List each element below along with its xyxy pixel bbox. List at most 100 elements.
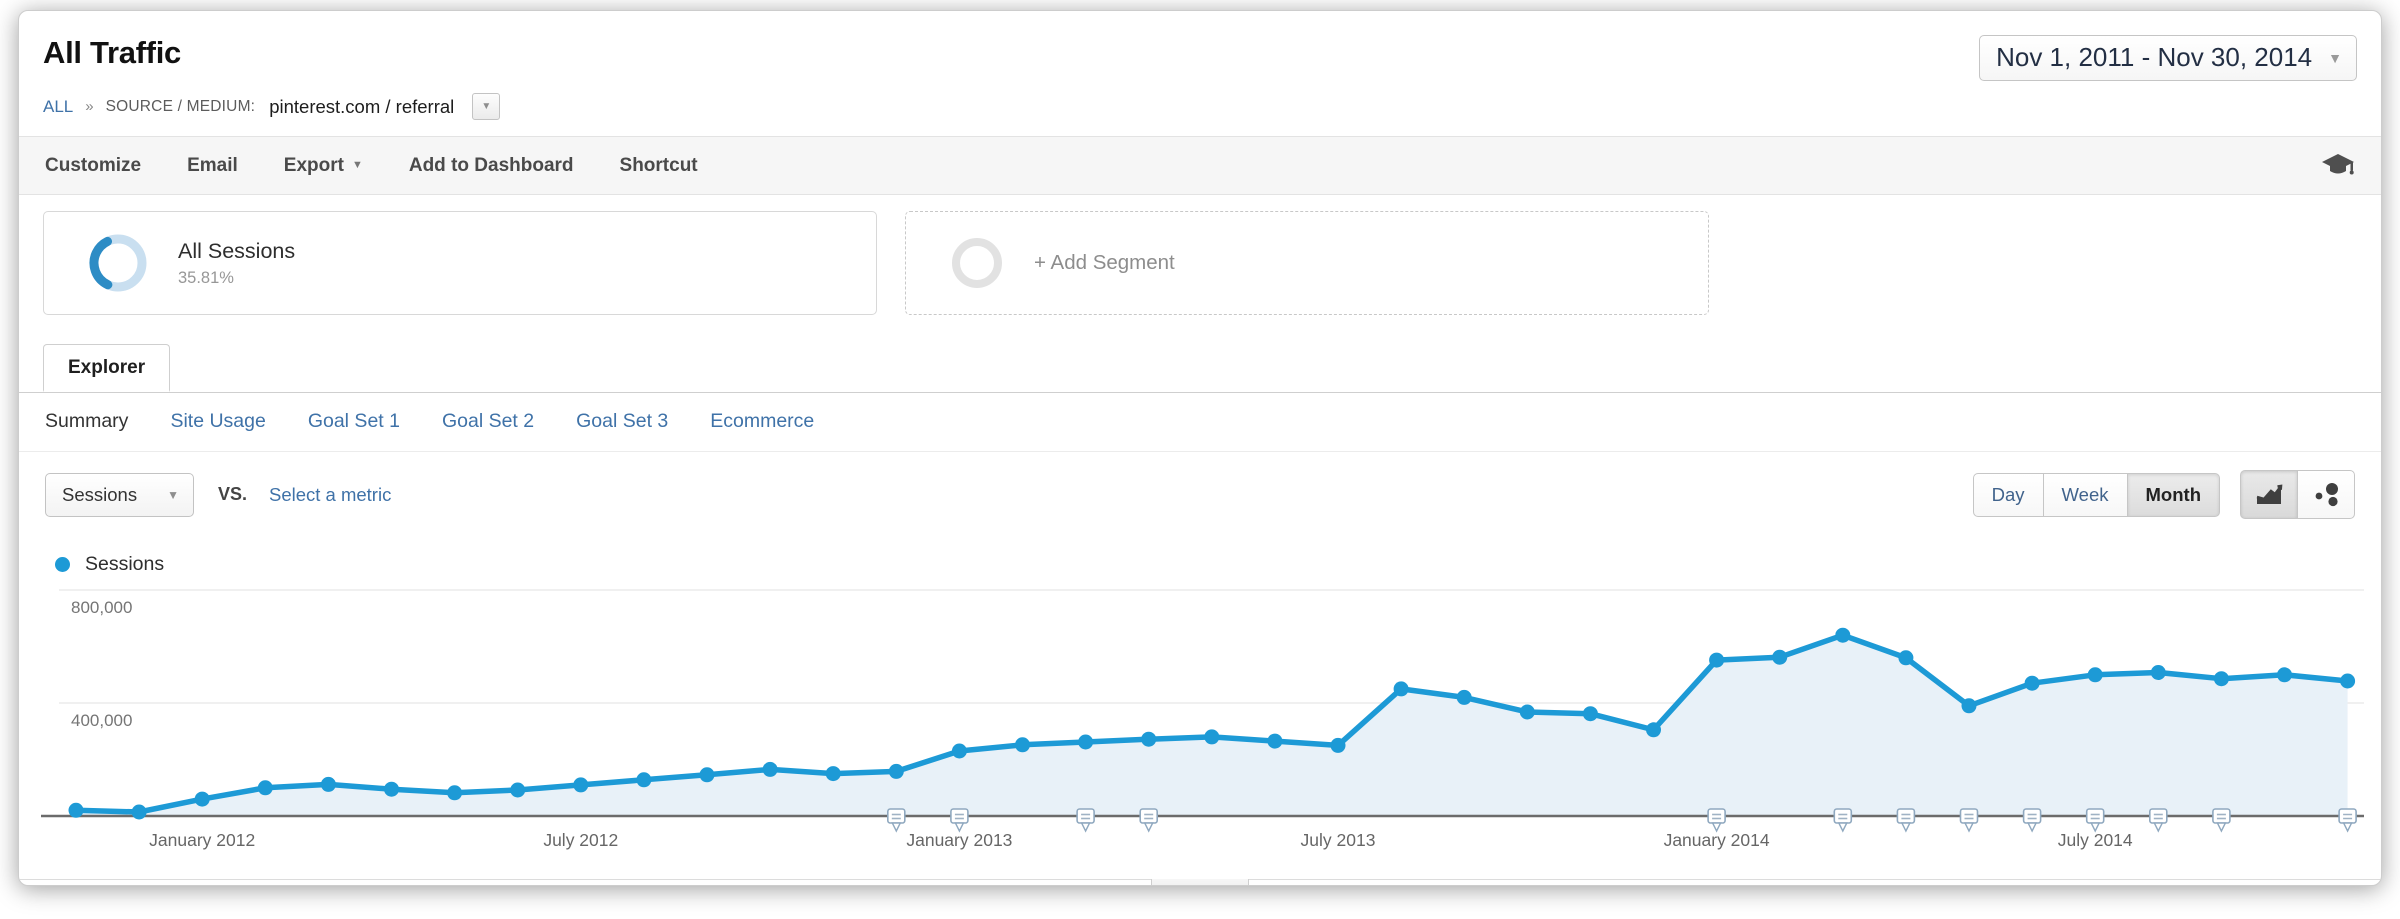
subnav-goal-set-3[interactable]: Goal Set 3 — [576, 410, 668, 433]
breadcrumb-dropdown-button[interactable]: ▼ — [472, 93, 500, 120]
chart-point[interactable] — [826, 766, 841, 781]
annotation-marker[interactable] — [888, 809, 905, 831]
annotation-marker[interactable] — [1834, 809, 1851, 831]
sessions-legend-dot-icon — [55, 557, 70, 572]
chart-point[interactable] — [195, 792, 210, 807]
y-axis-tick-label: 400,000 — [71, 711, 132, 730]
annotation-marker[interactable] — [2087, 809, 2104, 831]
annotation-marker[interactable] — [2339, 809, 2356, 831]
chart-point[interactable] — [1141, 732, 1156, 747]
chart-point[interactable] — [1646, 722, 1661, 737]
chart-point[interactable] — [1204, 729, 1219, 744]
segment-name: All Sessions — [178, 239, 295, 264]
customize-button[interactable]: Customize — [45, 155, 141, 177]
report-toolbar: Customize Email Export ▼ Add to Dashboar… — [19, 136, 2381, 195]
chart-point[interactable] — [132, 805, 147, 820]
add-to-dashboard-label: Add to Dashboard — [409, 155, 574, 177]
chart-point[interactable] — [510, 783, 525, 798]
chart-point[interactable] — [2277, 667, 2292, 682]
chart-point[interactable] — [2088, 667, 2103, 682]
chart-point[interactable] — [1394, 681, 1409, 696]
chart-point[interactable] — [1331, 738, 1346, 753]
shortcut-label: Shortcut — [620, 155, 698, 177]
chart-point[interactable] — [1898, 650, 1913, 665]
chart-point[interactable] — [952, 744, 967, 759]
sessions-legend-label: Sessions — [85, 553, 164, 576]
granularity-week-button[interactable]: Week — [2043, 473, 2128, 517]
x-axis-tick-label: January 2012 — [149, 830, 255, 850]
caret-down-icon: ▼ — [352, 160, 363, 171]
subnav-summary[interactable]: Summary — [45, 410, 128, 433]
chart-point[interactable] — [447, 785, 462, 800]
intelligence-button[interactable] — [2321, 153, 2355, 179]
chart-point[interactable] — [2025, 676, 2040, 691]
subnav-goal-set-1[interactable]: Goal Set 1 — [308, 410, 400, 433]
customize-label: Customize — [45, 155, 141, 177]
date-range-value: Nov 1, 2011 - Nov 30, 2014 — [1996, 42, 2312, 73]
export-label: Export — [284, 155, 344, 177]
select-a-metric-link[interactable]: Select a metric — [269, 484, 391, 506]
chart-point[interactable] — [69, 803, 84, 818]
annotation-marker[interactable] — [2024, 809, 2041, 831]
chart-point[interactable] — [1520, 705, 1535, 720]
chart-point[interactable] — [2214, 671, 2229, 686]
chart-point[interactable] — [1267, 734, 1282, 749]
annotation-marker[interactable] — [1140, 809, 1157, 831]
graduation-cap-icon — [2321, 153, 2355, 179]
motion-chart-view-button[interactable] — [2297, 470, 2355, 519]
chart-point[interactable] — [889, 764, 904, 779]
chart-point[interactable] — [763, 762, 778, 777]
add-to-dashboard-button[interactable]: Add to Dashboard — [409, 155, 574, 177]
annotation-marker[interactable] — [1077, 809, 1094, 831]
add-segment-card[interactable]: + Add Segment — [905, 211, 1709, 315]
granularity-month-button[interactable]: Month — [2127, 473, 2220, 517]
x-axis-tick-label: January 2013 — [906, 830, 1012, 850]
annotation-marker[interactable] — [1961, 809, 1978, 831]
chart-point[interactable] — [700, 767, 715, 782]
annotations-collapse-button[interactable] — [1151, 879, 1249, 886]
chart-point[interactable] — [1835, 628, 1850, 643]
annotation-marker[interactable] — [1897, 809, 1914, 831]
tab-strip: Explorer — [19, 343, 2381, 393]
chart-point[interactable] — [1457, 690, 1472, 705]
chart-point[interactable] — [1962, 698, 1977, 713]
chart-point[interactable] — [2340, 674, 2355, 689]
granularity-day-button[interactable]: Day — [1973, 473, 2044, 517]
chart-point[interactable] — [1078, 735, 1093, 750]
date-range-selector[interactable]: Nov 1, 2011 - Nov 30, 2014 ▼ — [1979, 35, 2357, 81]
annotation-marker[interactable] — [951, 809, 968, 831]
chart-point[interactable] — [321, 777, 336, 792]
chart-point[interactable] — [1015, 737, 1030, 752]
email-button[interactable]: Email — [187, 155, 238, 177]
chart-point[interactable] — [258, 780, 273, 795]
chart-point[interactable] — [573, 777, 588, 792]
metric-selector[interactable]: Sessions ▼ — [45, 473, 194, 517]
all-sessions-segment-card[interactable]: All Sessions 35.81% — [43, 211, 877, 315]
segment-text: All Sessions 35.81% — [178, 239, 295, 288]
x-axis-tick-label: July 2014 — [2058, 830, 2133, 850]
chart-point[interactable] — [384, 782, 399, 797]
annotation-marker[interactable] — [2213, 809, 2230, 831]
subnav-site-usage[interactable]: Site Usage — [170, 410, 265, 433]
sessions-chart[interactable]: 800,000400,000January 2012July 2012Janua… — [19, 578, 2381, 878]
export-button[interactable]: Export ▼ — [284, 155, 363, 177]
breadcrumb-dimension-label: SOURCE / MEDIUM: — [106, 98, 256, 116]
motion-chart-icon — [2311, 482, 2341, 508]
tab-explorer[interactable]: Explorer — [43, 344, 170, 392]
chart-point[interactable] — [2151, 665, 2166, 680]
chart-point[interactable] — [1772, 650, 1787, 665]
metric-selector-value: Sessions — [62, 484, 137, 506]
subnav-ecommerce[interactable]: Ecommerce — [710, 410, 814, 433]
chart-point[interactable] — [1583, 706, 1598, 721]
caret-down-icon: ▼ — [481, 102, 491, 112]
annotation-marker[interactable] — [1708, 809, 1725, 831]
add-segment-label: + Add Segment — [1034, 251, 1175, 275]
breadcrumb-all-link[interactable]: ALL — [43, 97, 73, 117]
granularity-button-group: Day Week Month — [1973, 473, 2220, 517]
annotation-marker[interactable] — [2150, 809, 2167, 831]
shortcut-button[interactable]: Shortcut — [620, 155, 698, 177]
subnav-goal-set-2[interactable]: Goal Set 2 — [442, 410, 534, 433]
chart-point[interactable] — [636, 772, 651, 787]
chart-point[interactable] — [1709, 653, 1724, 668]
line-chart-view-button[interactable] — [2240, 470, 2298, 519]
